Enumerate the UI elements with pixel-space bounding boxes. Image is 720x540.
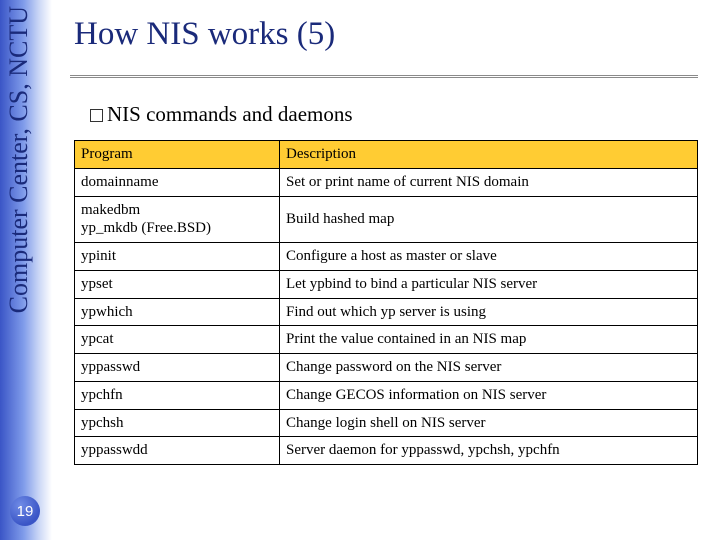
table-row: ypinit Configure a host as master or sla… xyxy=(75,243,698,271)
cell-program: yppasswdd xyxy=(75,437,280,465)
table-row: ypchfn Change GECOS information on NIS s… xyxy=(75,381,698,409)
cell-description: Change GECOS information on NIS server xyxy=(280,381,698,409)
cell-program: ypchsh xyxy=(75,409,280,437)
table-row: yppasswd Change password on the NIS serv… xyxy=(75,354,698,382)
table-header-row: Program Description xyxy=(75,141,698,169)
table-row: ypwhich Find out which yp server is usin… xyxy=(75,298,698,326)
cell-program: makedbm yp_mkdb (Free.BSD) xyxy=(75,196,280,243)
cell-program: ypwhich xyxy=(75,298,280,326)
content-area: How NIS works (5) NIS commands and daemo… xyxy=(70,0,710,540)
cell-program: ypinit xyxy=(75,243,280,271)
cell-description: Find out which yp server is using xyxy=(280,298,698,326)
cell-program: yppasswd xyxy=(75,354,280,382)
table-row: makedbm yp_mkdb (Free.BSD) Build hashed … xyxy=(75,196,698,243)
cell-description: Server daemon for yppasswd, ypchsh, ypch… xyxy=(280,437,698,465)
page-number: 19 xyxy=(17,503,34,520)
table-row: ypset Let ypbind to bind a particular NI… xyxy=(75,270,698,298)
cell-description: Build hashed map xyxy=(280,196,698,243)
cell-program: domainname xyxy=(75,168,280,196)
cell-description: Let ypbind to bind a particular NIS serv… xyxy=(280,270,698,298)
table-row: yppasswdd Server daemon for yppasswd, yp… xyxy=(75,437,698,465)
sidebar-org-text: Computer Center, CS, NCTU xyxy=(4,6,34,313)
header-description: Description xyxy=(280,141,698,169)
cell-program: ypcat xyxy=(75,326,280,354)
subtitle: NIS commands and daemons xyxy=(90,102,353,127)
cell-description: Set or print name of current NIS domain xyxy=(280,168,698,196)
page-number-badge: 19 xyxy=(10,496,40,526)
cell-description: Configure a host as master or slave xyxy=(280,243,698,271)
subtitle-text: NIS commands and daemons xyxy=(107,102,353,126)
slide: Computer Center, CS, NCTU 19 How NIS wor… xyxy=(0,0,720,540)
slide-title: How NIS works (5) xyxy=(74,16,335,53)
table-row: ypcat Print the value contained in an NI… xyxy=(75,326,698,354)
cell-description: Change password on the NIS server xyxy=(280,354,698,382)
sidebar-gradient: Computer Center, CS, NCTU xyxy=(0,0,52,540)
commands-table: Program Description domainname Set or pr… xyxy=(74,140,698,465)
table-row: domainname Set or print name of current … xyxy=(75,168,698,196)
cell-description: Change login shell on NIS server xyxy=(280,409,698,437)
header-program: Program xyxy=(75,141,280,169)
table-row: ypchsh Change login shell on NIS server xyxy=(75,409,698,437)
cell-description: Print the value contained in an NIS map xyxy=(280,326,698,354)
cell-program: ypset xyxy=(75,270,280,298)
cell-program: ypchfn xyxy=(75,381,280,409)
title-divider xyxy=(70,75,698,78)
square-bullet-icon xyxy=(90,109,103,122)
